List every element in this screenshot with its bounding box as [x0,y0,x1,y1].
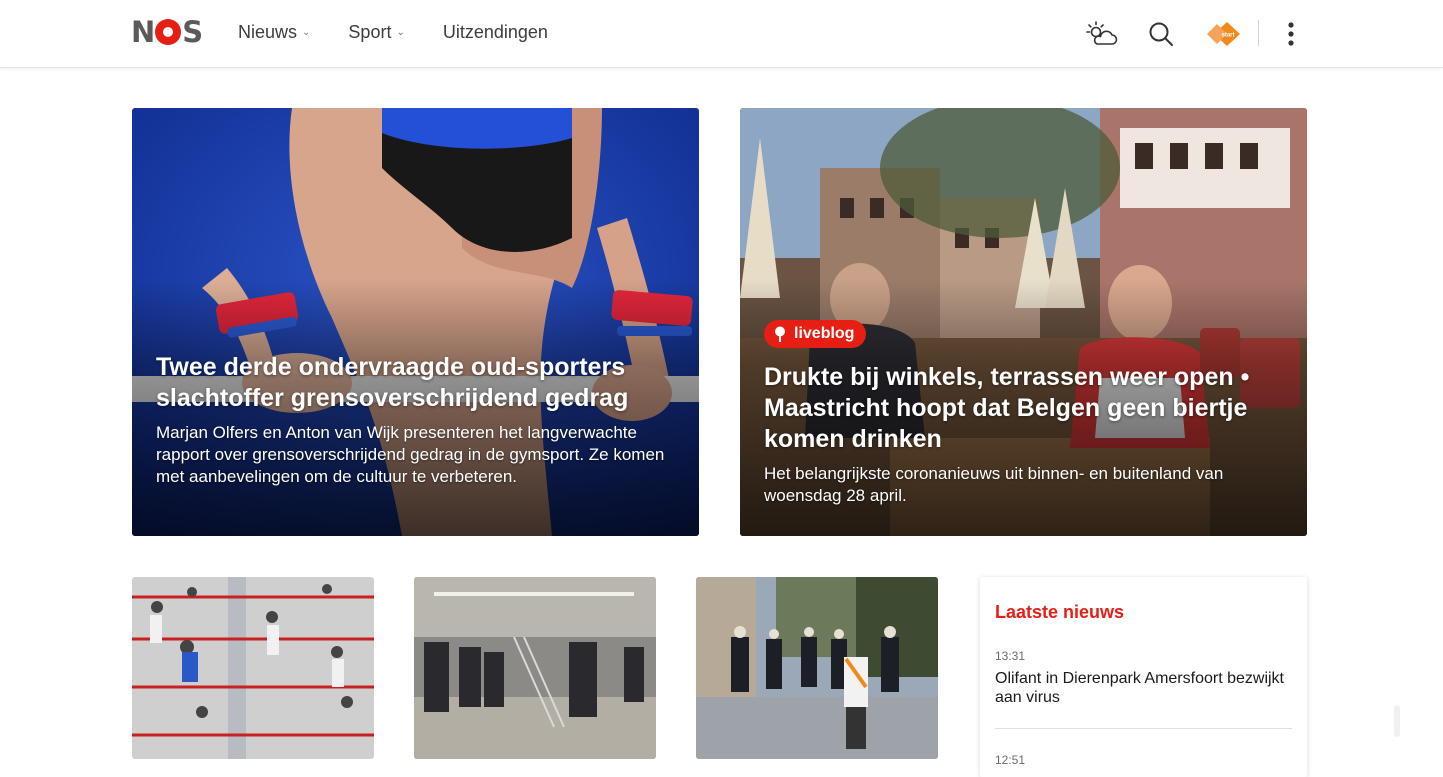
news-time: 13:31 [995,649,1026,663]
header-divider [1258,20,1259,46]
npo-start-icon[interactable]: start [1205,16,1241,52]
hero-article-gymnastics[interactable]: Twee derde ondervraagde oud-sporters sla… [132,108,699,536]
article-image [132,577,374,759]
chevron-down-icon: ⌄ [302,27,311,38]
latest-news-heading: Laatste nieuws [995,602,1125,622]
news-divider [995,728,1292,729]
article-thumb-queue[interactable] [132,577,374,759]
hero-summary: Marjan Olfers en Anton van Wijk presente… [156,423,665,486]
scroll-indicator[interactable] [1394,705,1400,737]
nav-label: Uitzendingen [442,22,548,42]
svg-text:start: start [1221,33,1234,39]
liveblog-badge: liveblog [764,320,867,348]
main-nav: Nieuws ⌄ Sport ⌄ Uitzendingen [238,22,586,43]
news-title: Olifant in Dierenpark Amersfoort bezwijk… [995,670,1284,706]
latest-news-item[interactable]: 13:31 Olifant in Dierenpark Amersfoort b… [995,649,1292,707]
more-menu-icon[interactable] [1273,16,1309,52]
nav-item-sport[interactable]: Sport ⌄ [348,22,404,43]
nav-label: Nieuws [238,22,298,42]
hero-title: Drukte bij winkels, terrassen weer open … [764,363,1250,453]
article-image [696,577,938,759]
nav-item-uitzendingen[interactable]: Uitzendingen [443,22,548,43]
live-pin-icon [775,326,785,342]
article-image [414,577,656,759]
weather-icon[interactable] [1083,16,1119,52]
hero-title: Twee derde ondervraagde oud-sporters sla… [156,353,629,412]
nav-item-nieuws[interactable]: Nieuws ⌄ [238,22,310,43]
chevron-down-icon: ⌄ [396,27,405,38]
latest-news-item[interactable]: 12:51 [995,753,1292,773]
hero-summary: Het belangrijkste coronanieuws uit binne… [764,464,1224,505]
news-time: 12:51 [995,753,1026,767]
article-thumb-police[interactable] [696,577,938,759]
badge-label: liveblog [794,325,855,342]
nav-label: Sport [348,22,392,42]
nos-logo[interactable]: NS [131,15,203,49]
search-icon[interactable] [1143,16,1179,52]
top-header: NS Nieuws ⌄ Sport ⌄ Uitzendingen start [0,0,1443,68]
latest-news-panel: Laatste nieuws 13:31 Olifant in Dierenpa… [980,577,1307,777]
hero-article-liveblog[interactable]: liveblog Drukte bij winkels, terrassen w… [740,108,1307,536]
article-thumb-garage[interactable] [414,577,656,759]
